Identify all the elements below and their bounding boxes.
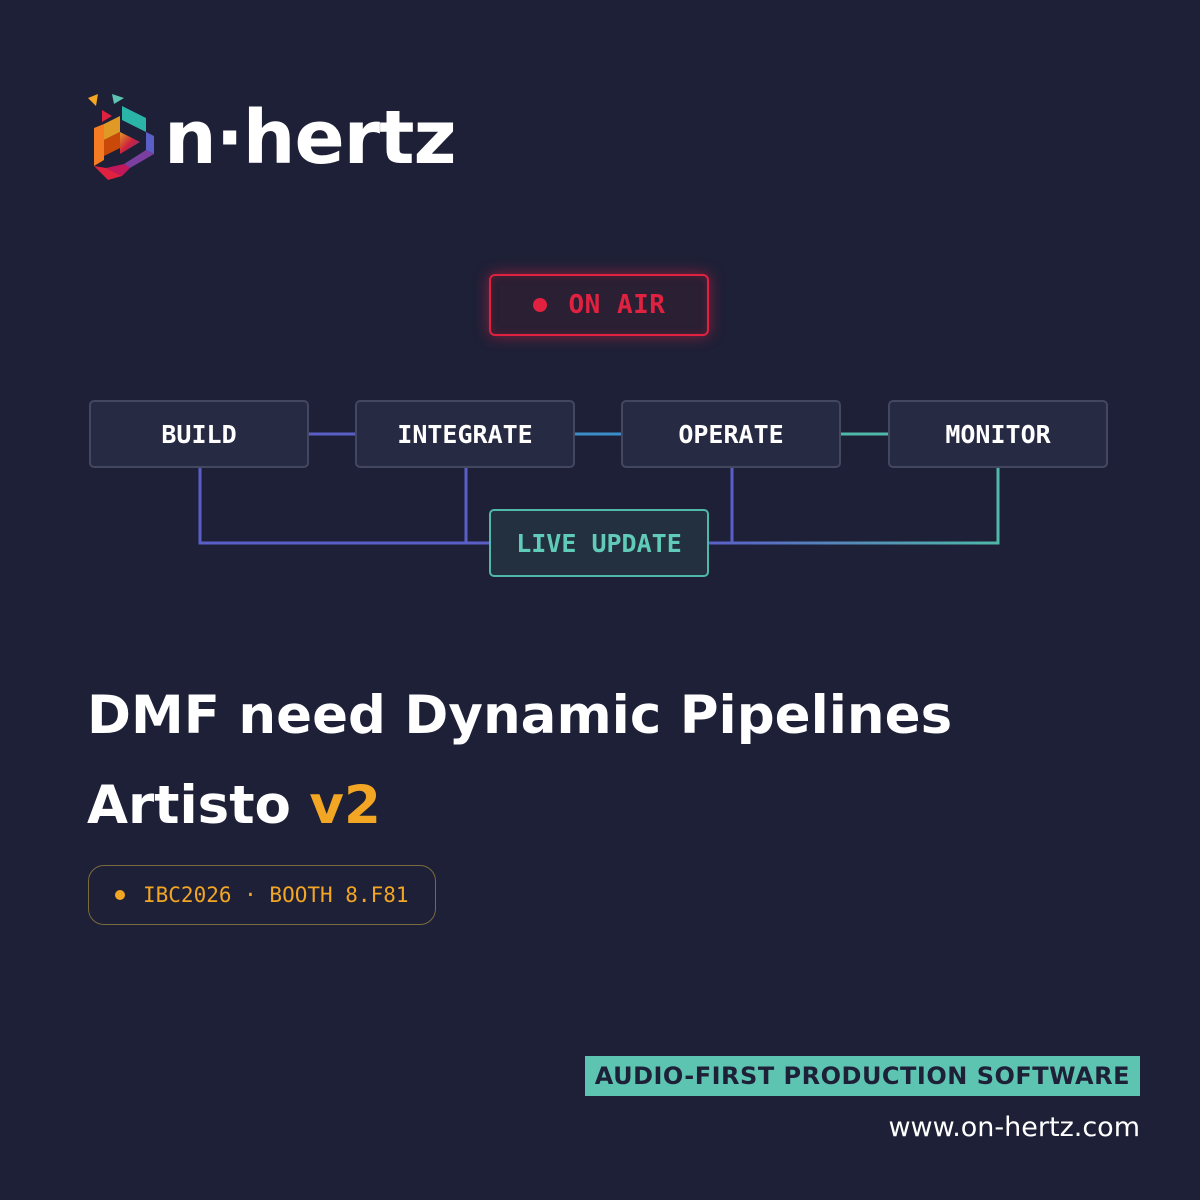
website-link[interactable]: www.on-hertz.com: [888, 1112, 1140, 1143]
event-badge: IBC2026 · BOOTH 8.F81: [88, 865, 436, 925]
product-name: Artisto: [87, 775, 291, 836]
brand-name: n·hertz: [164, 95, 457, 181]
stage-integrate: INTEGRATE: [355, 400, 575, 468]
event-label: IBC2026 · BOOTH 8.F81: [143, 883, 409, 907]
connector-monitor-live: [709, 468, 1000, 545]
on-air-indicator: ON AIR: [489, 274, 709, 336]
product-version: v2: [309, 775, 381, 836]
product-title: Artisto v2: [87, 766, 381, 846]
brand-logo: n·hertz: [84, 92, 457, 184]
logo-mark-icon: [88, 94, 154, 180]
stage-build: BUILD: [89, 400, 309, 468]
headline: DMF need Dynamic Pipelines: [87, 685, 953, 746]
stage-operate: OPERATE: [621, 400, 841, 468]
live-update-hub: LIVE UPDATE: [489, 509, 709, 577]
on-air-dot-icon: [532, 298, 547, 312]
event-dot-icon: [115, 890, 125, 900]
on-air-label: ON AIR: [568, 290, 666, 320]
connector-build-live: [198, 468, 489, 545]
stage-monitor: MONITOR: [888, 400, 1108, 468]
tagline-banner: AUDIO-FIRST PRODUCTION SOFTWARE: [584, 1056, 1140, 1096]
